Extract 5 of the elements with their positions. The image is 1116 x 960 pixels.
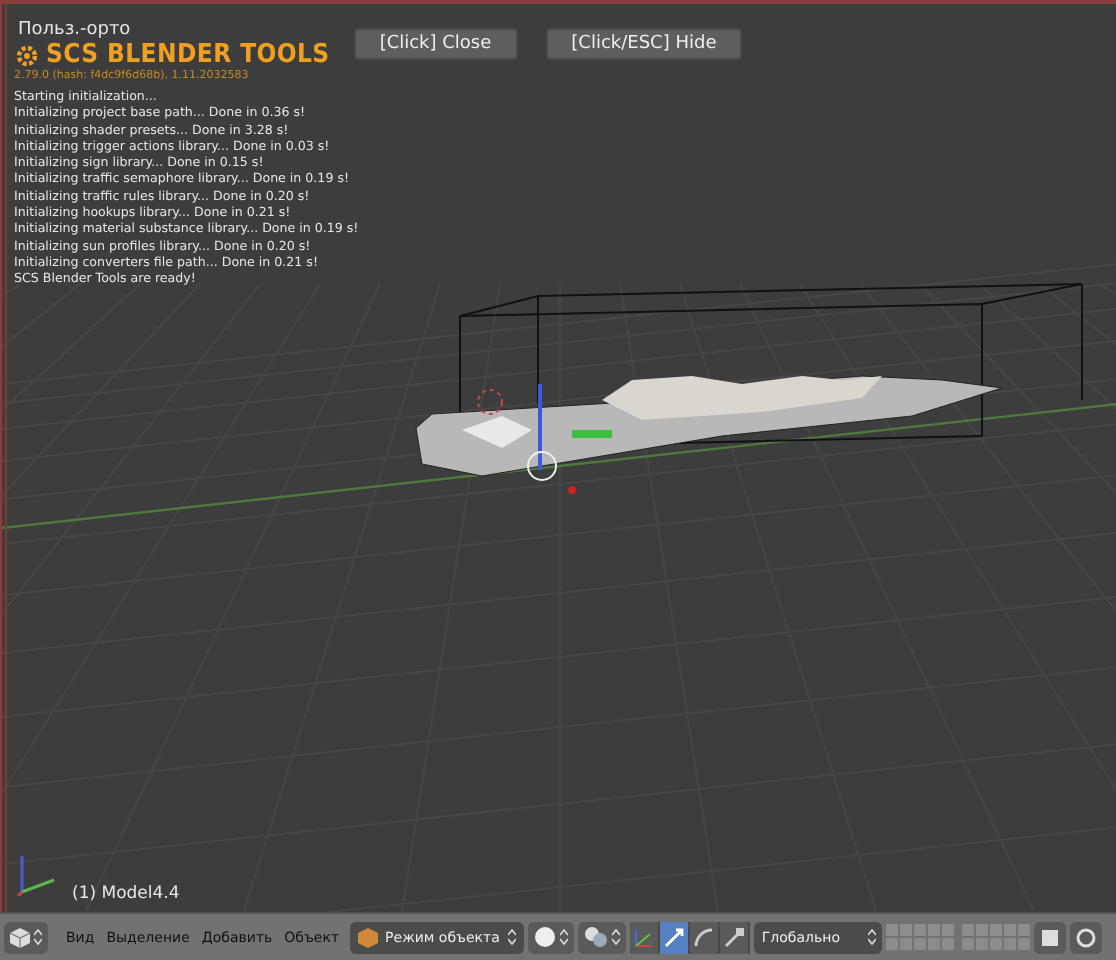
hide-button[interactable]: [Click/ESC] Hide — [545, 28, 743, 60]
close-button[interactable]: [Click] Close — [353, 28, 518, 60]
object-label: (1) Model4.4 — [72, 884, 180, 904]
splash-title: SCS BLENDER TOOLS — [46, 42, 330, 70]
view-name: Польз.-орто — [18, 20, 131, 40]
